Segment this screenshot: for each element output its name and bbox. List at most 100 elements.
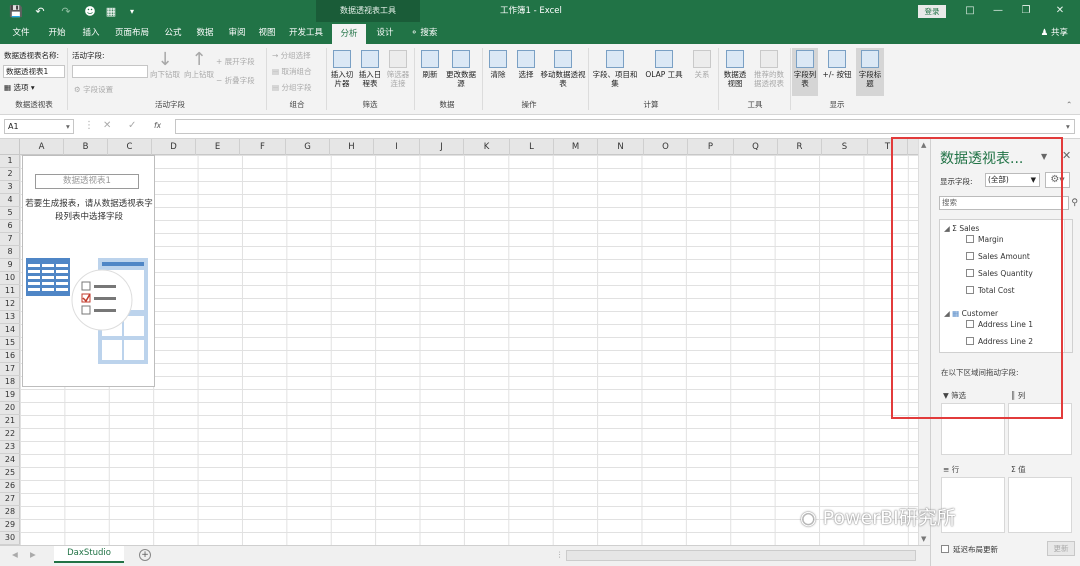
ribbon-display-icon[interactable]: □: [958, 0, 982, 22]
maximize-icon[interactable]: ❐: [1014, 0, 1038, 22]
row-header-15[interactable]: 15: [0, 337, 20, 350]
active-field-input[interactable]: [72, 65, 148, 78]
close-icon[interactable]: ✕: [1048, 0, 1072, 22]
tab-page-layout[interactable]: 页面布局: [110, 22, 154, 44]
select-button[interactable]: 选择: [514, 50, 538, 79]
filter-connections-button[interactable]: 筛选器连接: [385, 50, 411, 88]
worksheet-grid[interactable]: ABCDEFGHIJKLMNOPQRST 1 2 3 4 5 6 7 8 9 10 11 12 13 14…: [0, 139, 918, 545]
tab-view[interactable]: 视图: [252, 22, 282, 44]
next-sheet-icon[interactable]: ▶: [30, 550, 36, 559]
grid-icon[interactable]: ▦: [103, 3, 119, 19]
row-header-22[interactable]: 22: [0, 428, 20, 441]
row-header-27[interactable]: 27: [0, 493, 20, 506]
column-header-I[interactable]: I: [374, 139, 420, 155]
row-header-17[interactable]: 17: [0, 363, 20, 376]
search-icon[interactable]: ⚲: [1071, 197, 1078, 209]
row-header-11[interactable]: 11: [0, 285, 20, 298]
tab-insert[interactable]: 插入: [76, 22, 106, 44]
tab-review[interactable]: 审阅: [222, 22, 252, 44]
tab-home[interactable]: 开始: [42, 22, 72, 44]
row-header-26[interactable]: 26: [0, 480, 20, 493]
share-button[interactable]: ♟ 共享: [1041, 22, 1068, 44]
update-button[interactable]: 更新: [1047, 541, 1075, 556]
pivot-placeholder[interactable]: 数据透视表1 若要生成报表，请从数据透视表字段列表中选择字段: [22, 155, 155, 387]
options-button[interactable]: ▦ 选项 ▾: [4, 82, 35, 93]
column-header-O[interactable]: O: [644, 139, 688, 155]
defer-layout-checkbox[interactable]: 延迟布局更新: [941, 544, 998, 555]
drill-down-button[interactable]: ↓ 向下钻取: [148, 50, 182, 80]
column-header-A[interactable]: A: [20, 139, 64, 155]
row-header-21[interactable]: 21: [0, 415, 20, 428]
add-sheet-icon[interactable]: +: [139, 549, 151, 561]
row-header-4[interactable]: 4: [0, 194, 20, 207]
customize-qat-icon[interactable]: ▾: [124, 3, 140, 19]
column-header-H[interactable]: H: [330, 139, 374, 155]
row-header-13[interactable]: 13: [0, 311, 20, 324]
formula-input[interactable]: [175, 119, 1075, 134]
collapse-field-button[interactable]: − 折叠字段: [216, 75, 255, 86]
name-box[interactable]: A1: [4, 119, 74, 134]
row-header-25[interactable]: 25: [0, 467, 20, 480]
column-header-P[interactable]: P: [688, 139, 734, 155]
smiley-icon[interactable]: ☻: [82, 3, 98, 19]
prev-sheet-icon[interactable]: ◀: [12, 550, 18, 559]
pane-close-icon[interactable]: ✕: [1062, 149, 1071, 162]
row-header-6[interactable]: 6: [0, 220, 20, 233]
undo-icon[interactable]: ↶: [32, 3, 48, 19]
scroll-down-icon[interactable]: ▼: [921, 535, 926, 543]
login-button[interactable]: 登录: [918, 5, 946, 18]
field-list-scrollbar[interactable]: [1064, 220, 1072, 352]
tab-design[interactable]: 设计: [370, 22, 400, 44]
row-header-1[interactable]: 1: [0, 155, 20, 168]
tab-split-grip-icon[interactable]: ⋮: [556, 550, 564, 559]
values-drop-area[interactable]: [1008, 477, 1072, 533]
column-header-N[interactable]: N: [598, 139, 644, 155]
row-header-9[interactable]: 9: [0, 259, 20, 272]
name-box-dropdown-icon[interactable]: ▾: [66, 122, 70, 131]
expand-formula-icon[interactable]: ▾: [1066, 122, 1070, 131]
tab-developer[interactable]: 开发工具: [284, 22, 328, 44]
minimize-icon[interactable]: —: [986, 0, 1010, 22]
olap-tools-button[interactable]: OLAP 工具: [642, 50, 686, 79]
column-header-Q[interactable]: Q: [734, 139, 778, 155]
row-header-24[interactable]: 24: [0, 454, 20, 467]
drill-up-button[interactable]: ↑ 向上钻取: [184, 50, 214, 80]
redo-icon[interactable]: ↷: [58, 3, 74, 19]
column-header-B[interactable]: B: [64, 139, 108, 155]
row-header-7[interactable]: 7: [0, 233, 20, 246]
collapse-ribbon-icon[interactable]: ⌃: [1066, 100, 1072, 109]
insert-function-icon[interactable]: fx: [154, 121, 161, 130]
row-header-5[interactable]: 5: [0, 207, 20, 220]
row-header-8[interactable]: 8: [0, 246, 20, 259]
group-selection-button[interactable]: → 分组选择: [272, 50, 311, 61]
move-pivot-button[interactable]: 移动数据透视表: [540, 50, 586, 88]
row-header-12[interactable]: 12: [0, 298, 20, 311]
column-header-J[interactable]: J: [420, 139, 464, 155]
row-header-28[interactable]: 28: [0, 506, 20, 519]
plus-minus-buttons-button[interactable]: +/- 按钮: [820, 50, 854, 79]
select-all-corner[interactable]: [0, 139, 20, 155]
column-header-L[interactable]: L: [510, 139, 554, 155]
column-header-G[interactable]: G: [286, 139, 330, 155]
horizontal-scrollbar[interactable]: [566, 550, 916, 561]
row-header-16[interactable]: 16: [0, 350, 20, 363]
insert-slicer-button[interactable]: 插入切片器: [329, 50, 355, 88]
row-header-23[interactable]: 23: [0, 441, 20, 454]
insert-timeline-button[interactable]: 插入日程表: [357, 50, 383, 88]
clear-button[interactable]: 清除: [486, 50, 510, 79]
column-header-K[interactable]: K: [464, 139, 510, 155]
column-header-F[interactable]: F: [240, 139, 286, 155]
recommended-pivot-button[interactable]: 推荐的数据透视表: [751, 50, 787, 88]
refresh-button[interactable]: 刷新: [418, 50, 442, 79]
tab-analyze[interactable]: 分析: [332, 24, 366, 44]
column-header-E[interactable]: E: [196, 139, 240, 155]
ungroup-button[interactable]: ▤ 取消组合: [272, 66, 311, 77]
column-header-C[interactable]: C: [108, 139, 152, 155]
tab-formulas[interactable]: 公式: [158, 22, 188, 44]
column-header-M[interactable]: M: [554, 139, 598, 155]
cancel-icon[interactable]: ✕: [103, 120, 111, 131]
row-header-18[interactable]: 18: [0, 376, 20, 389]
fields-items-sets-button[interactable]: 字段、项目和集: [590, 50, 640, 88]
tab-file[interactable]: 文件: [6, 22, 36, 44]
column-header-R[interactable]: R: [778, 139, 822, 155]
